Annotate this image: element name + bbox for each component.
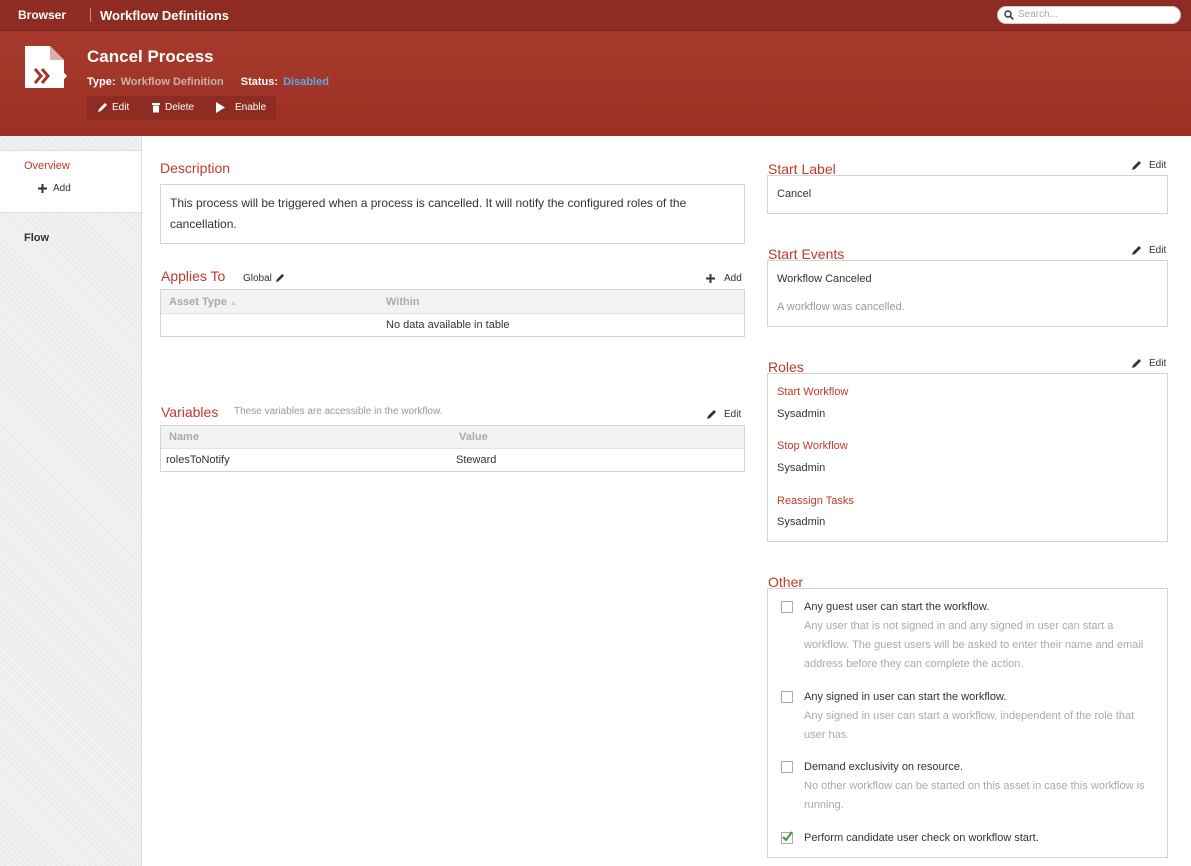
variables-hint: These variables are accessible in the wo… (234, 406, 443, 417)
role-label: Start Workflow (777, 386, 849, 398)
status-badge: Disabled (283, 76, 329, 88)
applies-to-scope-label: Global (243, 273, 272, 284)
delete-button[interactable]: Delete (151, 102, 194, 113)
column-header-asset-type-label: Asset Type (169, 296, 227, 308)
guest-start-label: Any guest user can start the workflow. (804, 601, 990, 613)
page-meta: Type: Workflow Definition Status: Disabl… (87, 76, 329, 88)
candidate-check-checkbox[interactable] (781, 831, 793, 844)
plus-icon (38, 183, 47, 193)
variable-value-cell: Steward (456, 454, 497, 466)
search-icon (1004, 10, 1014, 20)
variable-name-cell: rolesToNotify (166, 454, 230, 466)
sort-icon: ▲ (229, 300, 237, 307)
roles-box (767, 373, 1168, 542)
start-event-name: Workflow Canceled (777, 273, 872, 285)
type-label: Type: (87, 76, 116, 88)
applies-to-table-header (161, 290, 744, 314)
enable-button-label: Enable (235, 102, 267, 114)
top-bar: Browser Workflow Definitions Search... (0, 0, 1191, 31)
search-placeholder: Search... (1018, 9, 1059, 20)
variables-edit-button[interactable]: Edit (706, 409, 741, 420)
checkmark-icon (782, 831, 793, 842)
column-header-asset-type[interactable]: Asset Type ▲ (169, 296, 237, 308)
page-title: Cancel Process (87, 47, 214, 66)
status-label: Status: (240, 76, 279, 88)
exclusivity-checkbox[interactable] (781, 761, 793, 773)
workflow-document-icon (25, 46, 68, 88)
pencil-icon (707, 410, 716, 419)
applies-to-scope[interactable]: Global (243, 273, 285, 284)
exclusivity-label: Demand exclusivity on resource. (804, 761, 963, 773)
start-events-box (767, 260, 1168, 327)
sidebar-add-button[interactable]: Add (38, 183, 71, 194)
action-bar: Edit Delete Enable (87, 96, 276, 120)
role-label: Stop Workflow (777, 440, 848, 452)
role-label: Reassign Tasks (777, 495, 854, 507)
edit-button[interactable]: Edit (97, 102, 129, 113)
candidate-check-label: Perform candidate user check on workflow… (804, 832, 1039, 844)
start-label-value: Cancel (777, 188, 812, 200)
edit-button-label: Edit (112, 102, 130, 114)
exclusivity-help: No other workflow can be started on this… (804, 780, 1145, 811)
start-event-description: A workflow was cancelled. (777, 301, 905, 313)
delete-button-label: Delete (165, 102, 194, 114)
start-label-edit-button[interactable]: Edit (1131, 160, 1166, 171)
signed-in-start-help: Any signed in user can start a workflow,… (804, 710, 1135, 741)
description-text: This process will be triggered when a pr… (170, 196, 687, 231)
role-value: Sysadmin (777, 408, 826, 420)
sidebar-item-flow[interactable]: Flow (24, 232, 49, 244)
sidebar: Overview Add Flow (0, 136, 142, 866)
roles-edit-button[interactable]: Edit (1131, 358, 1166, 369)
plus-icon (706, 273, 715, 283)
divider (90, 8, 91, 22)
guest-start-checkbox[interactable] (781, 601, 793, 613)
pencil-icon (98, 103, 107, 112)
role-value: Sysadmin (777, 516, 826, 528)
page-header: Cancel Process Type: Workflow Definition… (0, 31, 1191, 136)
start-label-box (767, 175, 1168, 214)
column-header-value[interactable]: Value (459, 431, 488, 443)
pencil-icon (1132, 161, 1141, 170)
breadcrumb[interactable]: Workflow Definitions (100, 8, 229, 23)
variables-table-header (161, 426, 744, 449)
enable-button[interactable]: Enable (215, 102, 266, 113)
signed-in-start-label: Any signed in user can start the workflo… (804, 691, 1007, 703)
start-events-edit-button[interactable]: Edit (1131, 245, 1166, 256)
pencil-icon (275, 274, 284, 283)
sidebar-add-label: Add (53, 183, 71, 194)
variables-edit-label: Edit (724, 409, 742, 421)
sidebar-item-overview[interactable]: Overview (24, 160, 70, 172)
signed-in-start-checkbox[interactable] (781, 691, 793, 703)
variables-title: Variables (161, 404, 219, 420)
sidebar-section-overview (0, 150, 141, 213)
type-value: Workflow Definition (120, 76, 224, 88)
start-events-edit-label: Edit (1149, 245, 1167, 257)
search-input[interactable]: Search... (997, 6, 1181, 24)
column-header-within[interactable]: Within (386, 296, 420, 308)
pencil-icon (1132, 359, 1141, 368)
description-title: Description (160, 160, 231, 176)
applies-to-title: Applies To (161, 268, 226, 284)
role-value: Sysadmin (777, 462, 826, 474)
roles-edit-label: Edit (1149, 358, 1167, 370)
pencil-icon (1132, 246, 1141, 255)
applies-to-add-label: Add (724, 273, 742, 284)
browser-link[interactable]: Browser (18, 8, 66, 22)
applies-to-add-button[interactable]: Add (706, 273, 742, 284)
trash-icon (152, 103, 160, 113)
empty-table-message: No data available in table (386, 319, 510, 331)
start-label-edit-label: Edit (1149, 160, 1167, 172)
play-icon (216, 102, 225, 113)
guest-start-help: Any user that is not signed in and any s… (804, 620, 1144, 670)
column-header-name[interactable]: Name (169, 431, 199, 443)
